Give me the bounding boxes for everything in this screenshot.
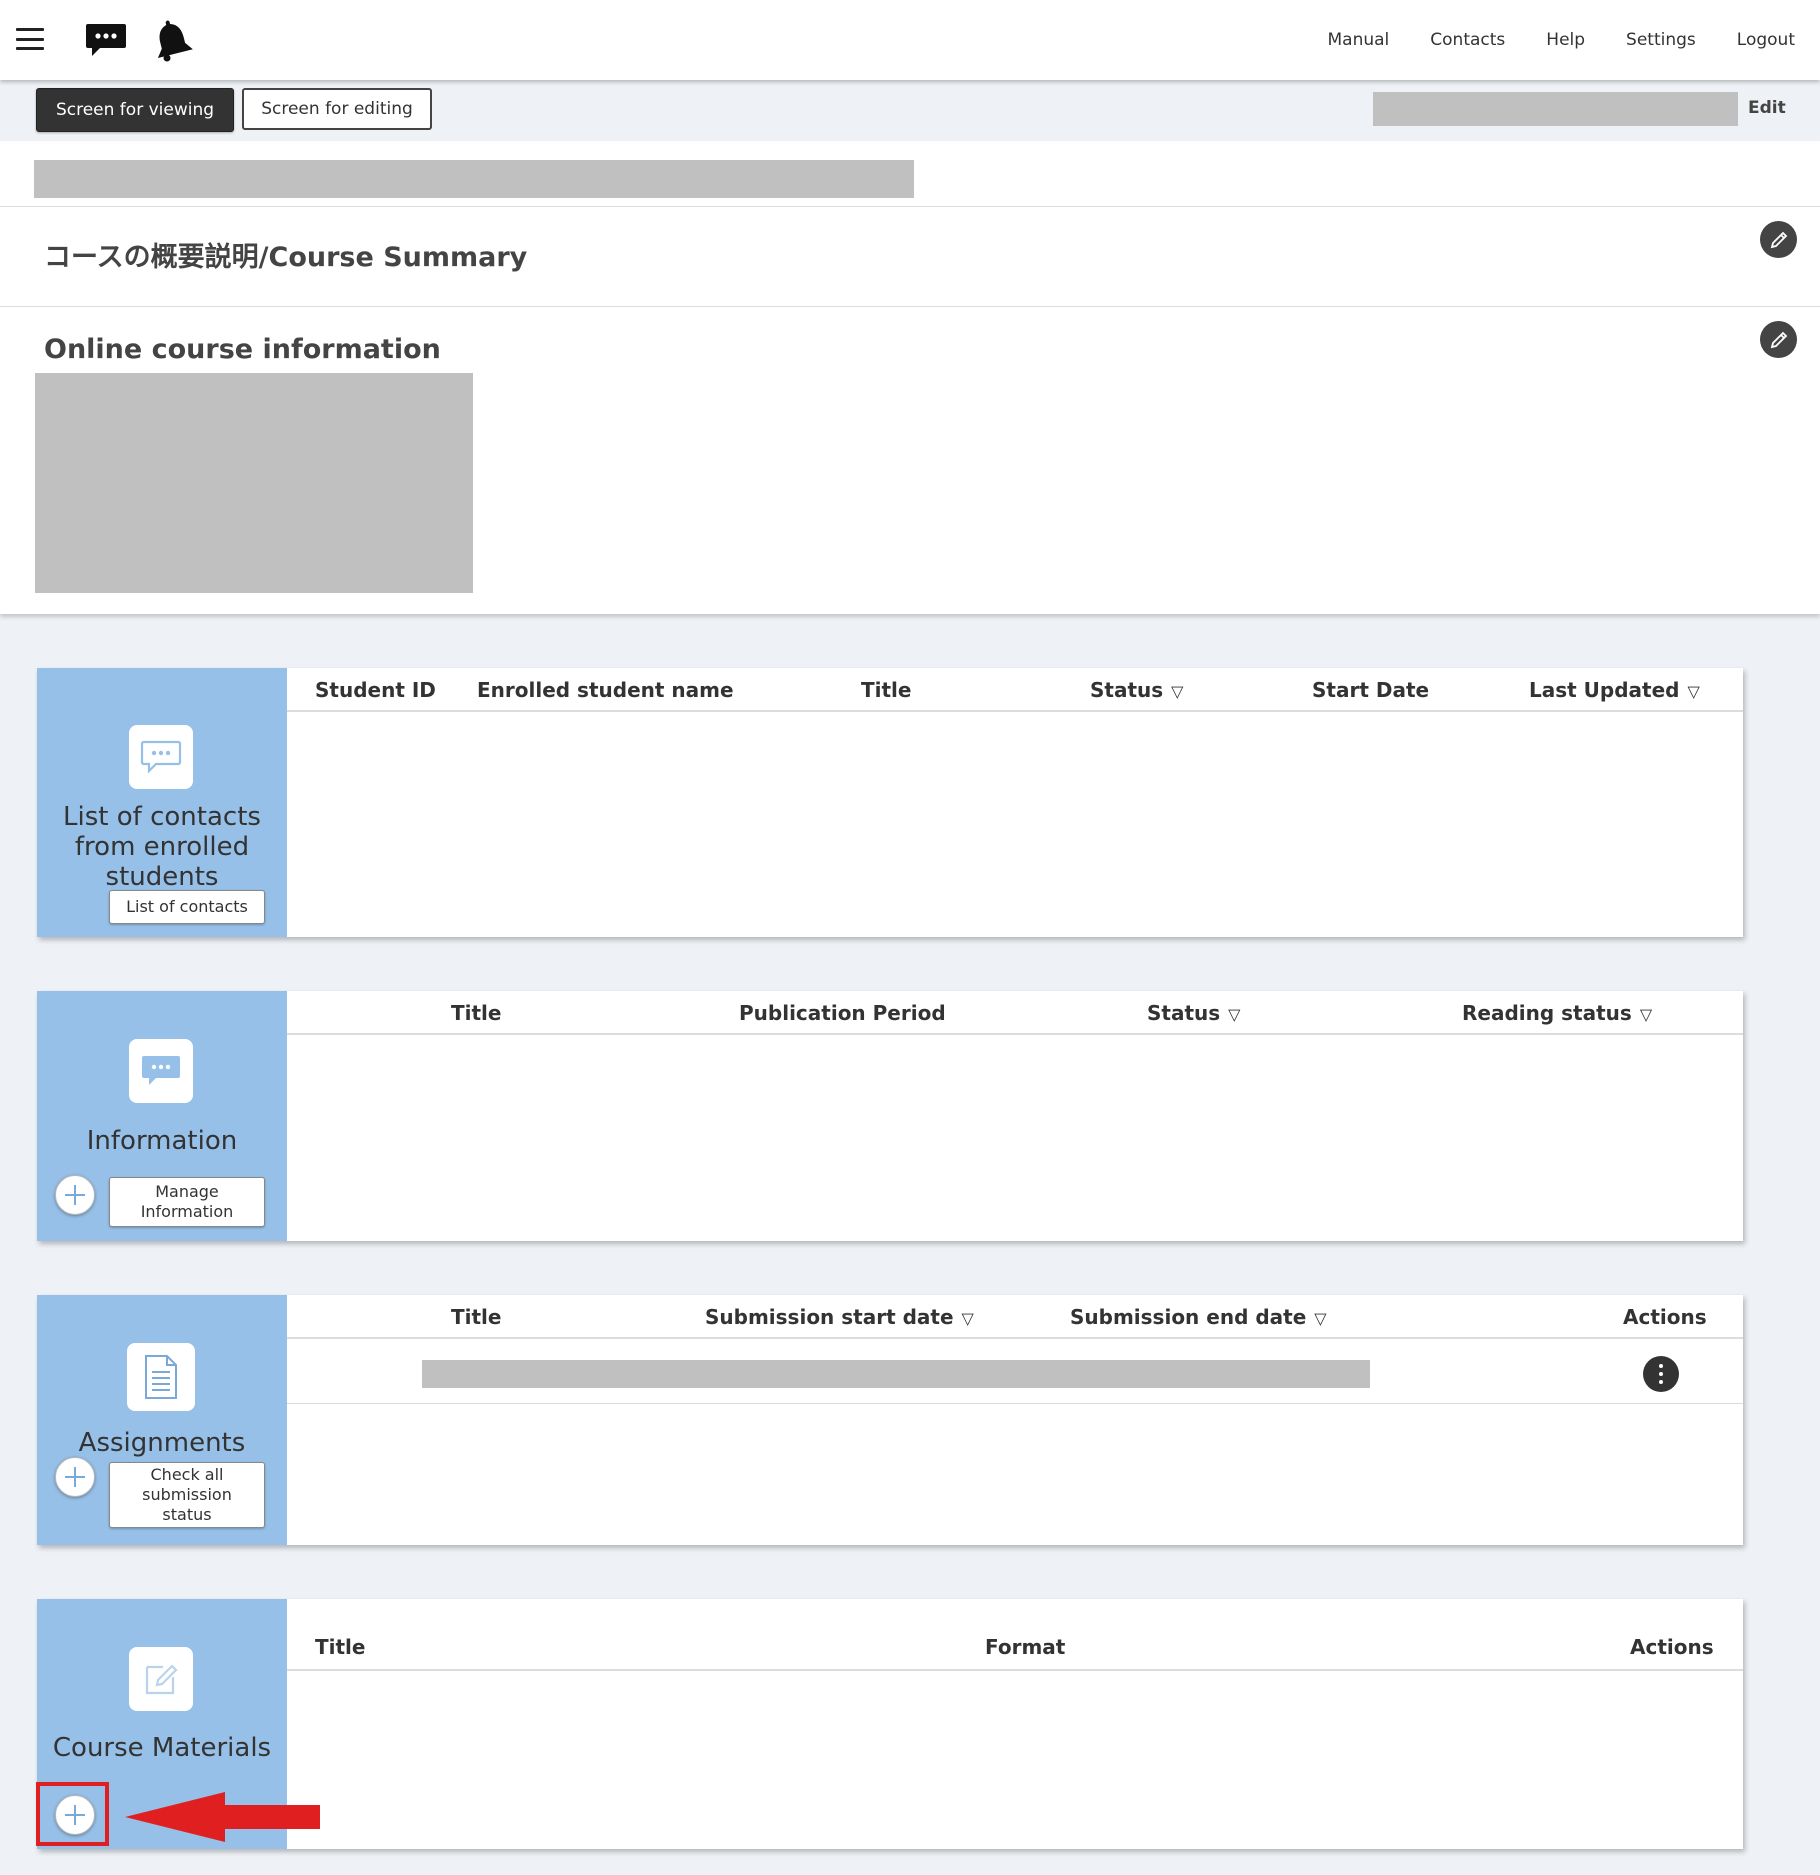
contacts-panel-title: List of contacts from enrolled students: [37, 802, 287, 892]
nav-contacts[interactable]: Contacts: [1430, 30, 1505, 50]
sort-triangle-icon[interactable]: ▽: [1228, 1005, 1240, 1024]
add-information-plus-icon[interactable]: [55, 1175, 95, 1215]
redacted-course-title: [34, 160, 914, 198]
col-submission-start-date-label: Submission start date: [705, 1305, 954, 1329]
assignments-sidebar: Assignments Check all submission status: [37, 1295, 287, 1545]
chat-icon[interactable]: [84, 22, 128, 58]
sort-triangle-icon[interactable]: ▽: [1171, 682, 1183, 701]
redacted-assignment-row[interactable]: [422, 1360, 1370, 1388]
col-status-label: Status: [1090, 678, 1164, 702]
col-title[interactable]: Title: [315, 1635, 365, 1659]
row-divider: [287, 1403, 1743, 1404]
button-line: submission: [142, 1485, 232, 1504]
nav-settings[interactable]: Settings: [1626, 30, 1696, 50]
chat-bubble-icon: [129, 1039, 193, 1103]
top-header: Manual Contacts Help Settings Logout: [0, 0, 1820, 80]
nav-manual[interactable]: Manual: [1328, 30, 1390, 50]
redacted-image: [35, 373, 473, 593]
col-actions: Actions: [1630, 1635, 1714, 1659]
check-all-submission-status-button[interactable]: Check all submission status: [109, 1462, 265, 1528]
col-submission-start-date[interactable]: Submission start date ▽: [705, 1305, 974, 1329]
screen-for-viewing-button[interactable]: Screen for viewing: [36, 88, 234, 132]
edit-document-icon: [129, 1647, 193, 1711]
top-nav: Manual Contacts Help Settings Logout: [1328, 0, 1820, 80]
list-of-contacts-button[interactable]: List of contacts: [109, 890, 265, 924]
assignments-panel: Assignments Check all submission status …: [37, 1295, 1743, 1545]
button-line: Check all: [150, 1465, 224, 1484]
add-course-material-plus-icon[interactable]: [55, 1795, 95, 1835]
red-arrow-icon: [125, 1792, 320, 1842]
course-materials-panel-title: Course Materials: [52, 1733, 272, 1763]
mode-bar: Screen for viewing Screen for editing Ed…: [0, 80, 1820, 141]
title-line: from enrolled: [74, 832, 250, 862]
button-line: status: [162, 1505, 212, 1524]
assignments-table-header: Title Submission start date ▽ Submission …: [287, 1295, 1743, 1339]
col-reading-status-label: Reading status: [1462, 1001, 1632, 1025]
title-line: List of contacts: [63, 802, 261, 832]
nav-help[interactable]: Help: [1546, 30, 1585, 50]
sort-triangle-icon[interactable]: ▽: [962, 1309, 974, 1328]
col-title[interactable]: Title: [451, 1001, 501, 1025]
course-materials-table-header: Title Format Actions: [287, 1599, 1743, 1671]
col-title[interactable]: Title: [861, 678, 911, 702]
assignments-panel-title: Assignments: [78, 1428, 246, 1458]
button-line: Information: [140, 1202, 234, 1221]
contacts-table-header: Student ID Enrolled student name Title S…: [287, 668, 1743, 712]
sort-triangle-icon[interactable]: ▽: [1687, 682, 1699, 701]
nav-logout[interactable]: Logout: [1737, 30, 1795, 50]
edit-link[interactable]: Edit: [1748, 98, 1786, 118]
col-status-label: Status: [1147, 1001, 1221, 1025]
col-format[interactable]: Format: [985, 1635, 1065, 1659]
menu-icon[interactable]: [16, 28, 44, 50]
contacts-sidebar: List of contacts from enrolled students …: [37, 668, 287, 937]
course-info-area: コースの概要説明/Course Summary Online course in…: [0, 141, 1820, 614]
chat-bubble-icon: [129, 725, 193, 789]
col-last-updated-label: Last Updated: [1529, 678, 1680, 702]
redacted-block: [1373, 92, 1738, 126]
col-start-date[interactable]: Start Date: [1312, 678, 1429, 702]
col-last-updated[interactable]: Last Updated ▽: [1529, 678, 1700, 702]
bell-icon[interactable]: [150, 16, 194, 62]
col-status[interactable]: Status ▽: [1147, 1001, 1240, 1025]
divider: [0, 306, 1820, 307]
document-icon: [127, 1343, 195, 1411]
button-line: Manage: [155, 1182, 219, 1201]
divider: [0, 206, 1820, 207]
col-status[interactable]: Status ▽: [1090, 678, 1183, 702]
title-line: students: [105, 862, 219, 892]
col-enrolled-student-name[interactable]: Enrolled student name: [477, 678, 734, 702]
contacts-panel: List of contacts from enrolled students …: [37, 668, 1743, 937]
col-submission-end-date[interactable]: Submission end date ▽: [1070, 1305, 1327, 1329]
edit-online-info-pencil-icon[interactable]: [1760, 321, 1797, 358]
information-table-header: Title Publication Period Status ▽ Reading…: [287, 991, 1743, 1035]
information-panel: Information Manage Information Title Pub…: [37, 991, 1743, 1241]
more-actions-icon[interactable]: [1643, 1356, 1679, 1392]
information-panel-title: Information: [86, 1126, 238, 1156]
edit-summary-pencil-icon[interactable]: [1760, 221, 1797, 258]
col-student-id[interactable]: Student ID: [315, 678, 436, 702]
sort-triangle-icon[interactable]: ▽: [1640, 1005, 1652, 1024]
sort-triangle-icon[interactable]: ▽: [1314, 1309, 1326, 1328]
col-reading-status[interactable]: Reading status ▽: [1462, 1001, 1652, 1025]
col-publication-period[interactable]: Publication Period: [739, 1001, 946, 1025]
information-sidebar: Information Manage Information: [37, 991, 287, 1241]
screen-for-editing-button[interactable]: Screen for editing: [242, 88, 432, 130]
course-summary-heading: コースの概要説明/Course Summary: [44, 242, 528, 273]
manage-information-button[interactable]: Manage Information: [109, 1177, 265, 1227]
col-actions: Actions: [1623, 1305, 1707, 1329]
add-assignment-plus-icon[interactable]: [55, 1457, 95, 1497]
online-course-heading: Online course information: [44, 334, 441, 365]
col-title[interactable]: Title: [451, 1305, 501, 1329]
col-submission-end-date-label: Submission end date: [1070, 1305, 1307, 1329]
